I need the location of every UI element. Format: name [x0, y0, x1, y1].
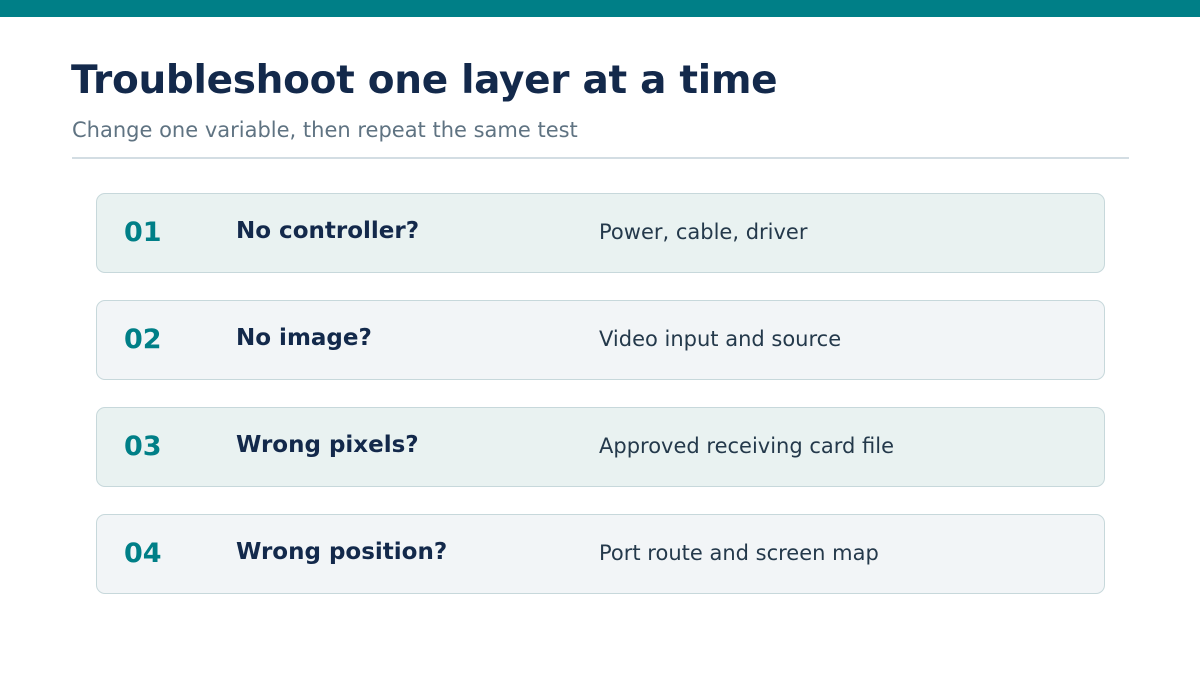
step-question: No image? — [236, 325, 372, 351]
top-accent-bar — [0, 0, 1200, 17]
step-answer: Approved receiving card file — [599, 434, 895, 458]
step-card-02: 02 No image? Video input and source — [96, 300, 1105, 380]
step-number: 01 — [124, 217, 162, 248]
step-answer: Video input and source — [599, 327, 842, 351]
step-number: 04 — [124, 538, 162, 569]
slide-title: Troubleshoot one layer at a time — [71, 58, 778, 103]
troubleshooting-steps: 01 No controller? Power, cable, driver 0… — [96, 193, 1105, 621]
step-question: Wrong position? — [236, 539, 448, 565]
step-number: 02 — [124, 324, 162, 355]
slide-subtitle: Change one variable, then repeat the sam… — [72, 118, 578, 142]
step-card-04: 04 Wrong position? Port route and screen… — [96, 514, 1105, 594]
title-divider — [72, 157, 1129, 159]
step-answer: Port route and screen map — [599, 541, 879, 565]
step-answer: Power, cable, driver — [599, 220, 808, 244]
step-card-03: 03 Wrong pixels? Approved receiving card… — [96, 407, 1105, 487]
step-number: 03 — [124, 431, 162, 462]
step-question: No controller? — [236, 218, 420, 244]
step-question: Wrong pixels? — [236, 432, 419, 458]
step-card-01: 01 No controller? Power, cable, driver — [96, 193, 1105, 273]
